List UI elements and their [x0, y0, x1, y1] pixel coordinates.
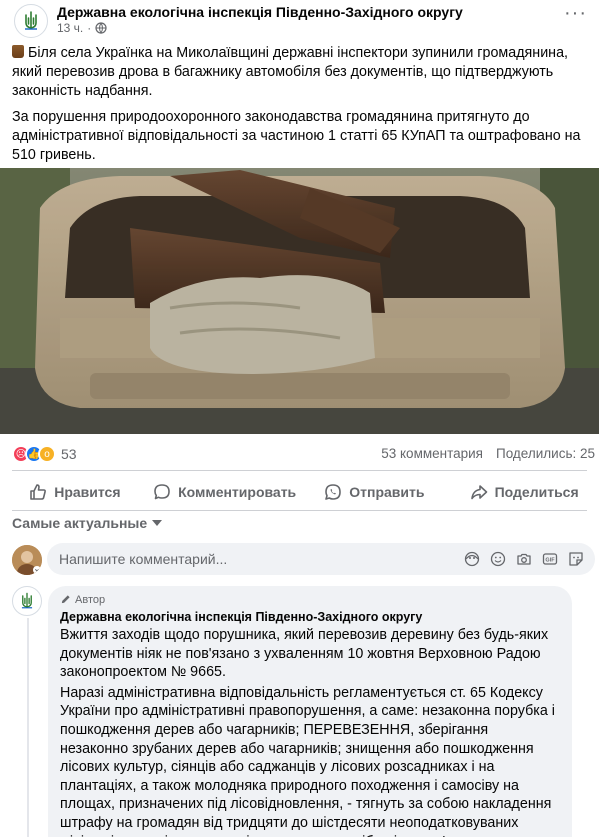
- share-arrow-icon: [470, 485, 487, 500]
- comment-button[interactable]: Комментировать: [150, 475, 300, 509]
- reply-paragraph-2: Наразі адміністративна відповідальність …: [60, 684, 555, 837]
- share-label: Поделиться: [494, 484, 579, 500]
- post-photo[interactable]: [0, 168, 599, 434]
- globe-icon: [95, 22, 107, 34]
- like-label: Нравится: [54, 484, 121, 500]
- svg-text:GIF: GIF: [545, 558, 555, 564]
- reaction-count: 53: [61, 446, 77, 462]
- post-body: Біля села Українка на Миколаївщині держа…: [12, 44, 592, 172]
- reply-bubble: Автор Державна екологічна інспекція Півд…: [48, 586, 572, 837]
- whatsapp-icon: [325, 484, 342, 500]
- user-photo: [12, 545, 42, 575]
- more-options-icon[interactable]: ···: [564, 3, 587, 23]
- comment-label: Комментировать: [178, 484, 297, 500]
- author-badge-label: Автор: [75, 593, 106, 606]
- comments-count-link[interactable]: 53 комментария: [381, 446, 483, 461]
- camera-icon[interactable]: [515, 550, 533, 568]
- divider: [12, 470, 587, 471]
- post-paragraph-1: Біля села Українка на Миколаївщині держа…: [12, 44, 592, 101]
- shares-count-link[interactable]: Поделились: 25: [496, 446, 595, 461]
- comment-bubble-icon: [154, 484, 170, 500]
- send-label: Отправить: [349, 484, 425, 500]
- gif-icon[interactable]: GIF: [541, 550, 559, 568]
- composer-icons: GIF: [463, 550, 585, 568]
- post-meta: 13 ч. ·: [57, 21, 107, 35]
- comment-sort-dropdown[interactable]: Самые актуальные: [12, 515, 163, 531]
- sort-label: Самые актуальные: [12, 515, 148, 531]
- thumbs-up-icon: [30, 484, 47, 500]
- thread-line: [27, 618, 29, 837]
- page-avatar[interactable]: [14, 4, 48, 38]
- send-button[interactable]: Отправить: [300, 475, 450, 509]
- comment-composer: GIF: [47, 543, 595, 575]
- post-stats: 53 комментария Поделились: 25: [381, 446, 595, 461]
- divider: [12, 510, 587, 511]
- reply-paragraph-1: Вжиття заходів щодо порушника, який пере…: [60, 627, 549, 681]
- car-trunk-firewood-image: [0, 168, 599, 434]
- caret-down-icon: [152, 520, 163, 526]
- post-paragraph-2: За порушення природоохоронного законодав…: [12, 109, 581, 163]
- post-actions-bar: Нравится Комментировать Отправить Подели…: [0, 475, 599, 509]
- like-button[interactable]: Нравится: [0, 475, 150, 509]
- post-header: Державна екологічна інспекція Південно-З…: [0, 0, 599, 40]
- post-paragraph-1-text: Біля села Українка на Миколаївщині держа…: [12, 45, 568, 99]
- trident-logo-icon: [21, 592, 33, 609]
- trident-logo-icon: [19, 9, 43, 33]
- page-name-link[interactable]: Державна екологічна інспекція Південно-З…: [57, 4, 463, 20]
- avatar-sticker-icon[interactable]: [463, 550, 481, 568]
- firewood-emoji-icon: [12, 45, 24, 58]
- share-button[interactable]: Поделиться: [449, 475, 599, 509]
- reply-author-avatar[interactable]: [12, 586, 42, 616]
- post-time[interactable]: 13 ч.: [57, 21, 83, 35]
- wow-reaction-icon: o: [38, 445, 56, 463]
- user-avatar[interactable]: [12, 545, 42, 575]
- emoji-icon[interactable]: [489, 550, 507, 568]
- dot-separator: ·: [87, 21, 92, 35]
- reactions-summary[interactable]: ☹ 👍 o 53: [12, 445, 77, 463]
- pencil-icon: [61, 595, 70, 604]
- author-badge: Автор: [60, 592, 560, 607]
- reply-author-name[interactable]: Державна екологічна інспекція Південно-З…: [60, 610, 560, 624]
- sticker-icon[interactable]: [567, 550, 585, 568]
- comment-input[interactable]: [59, 543, 459, 575]
